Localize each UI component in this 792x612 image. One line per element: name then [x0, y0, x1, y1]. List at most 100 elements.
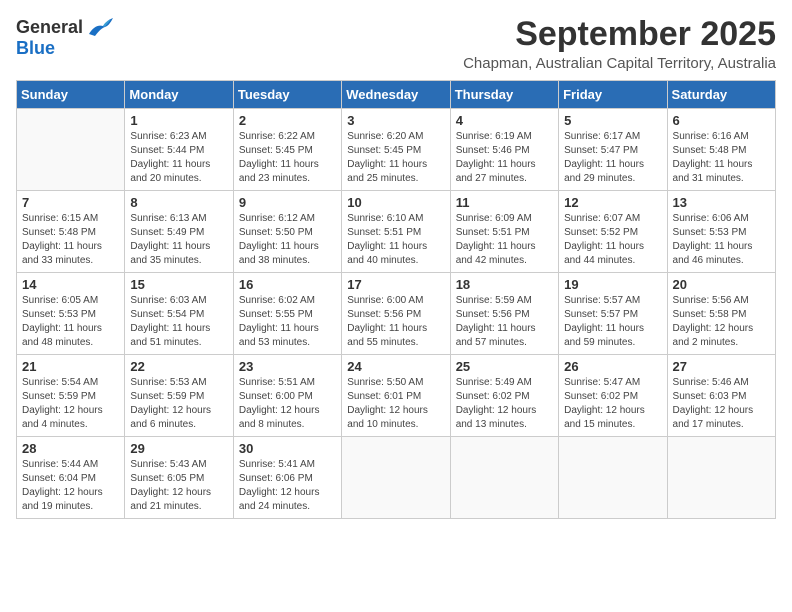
day-info: Sunrise: 6:00 AM Sunset: 5:56 PM Dayligh… [347, 294, 444, 350]
calendar-cell: 28 Sunrise: 5:44 AM Sunset: 6:04 PM Dayli… [17, 437, 125, 519]
col-header-tuesday: Tuesday [233, 81, 341, 109]
day-number: 25 [456, 359, 553, 374]
day-number: 7 [22, 195, 119, 210]
day-number: 19 [564, 277, 661, 292]
day-number: 30 [239, 441, 336, 456]
day-info: Sunrise: 6:02 AM Sunset: 5:55 PM Dayligh… [239, 294, 336, 350]
day-number: 1 [130, 113, 227, 128]
day-number: 6 [673, 113, 770, 128]
day-info: Sunrise: 6:20 AM Sunset: 5:45 PM Dayligh… [347, 130, 444, 186]
day-info: Sunrise: 5:47 AM Sunset: 6:02 PM Dayligh… [564, 376, 661, 432]
title-area: September 2025 Chapman, Australian Capit… [463, 16, 776, 72]
calendar-cell [559, 437, 667, 519]
day-number: 12 [564, 195, 661, 210]
day-info: Sunrise: 5:49 AM Sunset: 6:02 PM Dayligh… [456, 376, 553, 432]
calendar-cell: 29 Sunrise: 5:43 AM Sunset: 6:05 PM Dayli… [125, 437, 233, 519]
day-info: Sunrise: 6:22 AM Sunset: 5:45 PM Dayligh… [239, 130, 336, 186]
calendar-week-row: 7Sunrise: 6:15 AM Sunset: 5:48 PM Daylig… [17, 191, 776, 273]
day-number: 24 [347, 359, 444, 374]
calendar-cell: 4Sunrise: 6:19 AM Sunset: 5:46 PM Daylig… [450, 109, 558, 191]
day-info: Sunrise: 6:05 AM Sunset: 5:53 PM Dayligh… [22, 294, 119, 350]
day-info: Sunrise: 6:12 AM Sunset: 5:50 PM Dayligh… [239, 212, 336, 268]
day-info: Sunrise: 5:44 AM Sunset: 6:04 PM Dayligh… [22, 458, 119, 514]
day-number: 10 [347, 195, 444, 210]
col-header-wednesday: Wednesday [342, 81, 450, 109]
calendar-cell: 1 Sunrise: 6:23 AM Sunset: 5:44 PM Daylig… [125, 109, 233, 191]
calendar-cell: 7Sunrise: 6:15 AM Sunset: 5:48 PM Daylig… [17, 191, 125, 273]
calendar-cell [17, 109, 125, 191]
calendar-table: SundayMondayTuesdayWednesdayThursdayFrid… [16, 80, 776, 519]
logo: General Blue [16, 16, 113, 59]
day-info: Sunrise: 6:23 AM Sunset: 5:44 PM Dayligh… [130, 130, 227, 186]
month-title: September 2025 [463, 16, 776, 53]
day-info: Sunrise: 6:17 AM Sunset: 5:47 PM Dayligh… [564, 130, 661, 186]
calendar-cell: 19 Sunrise: 5:57 AM Sunset: 5:57 PM Dayli… [559, 273, 667, 355]
calendar-week-row: 21 Sunrise: 5:54 AM Sunset: 5:59 PM Dayli… [17, 355, 776, 437]
day-number: 15 [130, 277, 227, 292]
logo-blue-text: Blue [16, 38, 55, 59]
day-info: Sunrise: 6:19 AM Sunset: 5:46 PM Dayligh… [456, 130, 553, 186]
col-header-sunday: Sunday [17, 81, 125, 109]
day-number: 3 [347, 113, 444, 128]
calendar-cell: 23 Sunrise: 5:51 AM Sunset: 6:00 PM Dayli… [233, 355, 341, 437]
calendar-cell: 11 Sunrise: 6:09 AM Sunset: 5:51 PM Dayli… [450, 191, 558, 273]
calendar-cell: 5 Sunrise: 6:17 AM Sunset: 5:47 PM Daylig… [559, 109, 667, 191]
day-info: Sunrise: 6:10 AM Sunset: 5:51 PM Dayligh… [347, 212, 444, 268]
calendar-week-row: 14 Sunrise: 6:05 AM Sunset: 5:53 PM Dayli… [17, 273, 776, 355]
day-number: 17 [347, 277, 444, 292]
day-number: 9 [239, 195, 336, 210]
calendar-cell: 18 Sunrise: 5:59 AM Sunset: 5:56 PM Dayli… [450, 273, 558, 355]
day-number: 29 [130, 441, 227, 456]
day-number: 21 [22, 359, 119, 374]
day-info: Sunrise: 5:53 AM Sunset: 5:59 PM Dayligh… [130, 376, 227, 432]
day-number: 20 [673, 277, 770, 292]
day-number: 26 [564, 359, 661, 374]
logo-bird-icon [85, 16, 113, 38]
logo-general-text: General [16, 17, 83, 38]
calendar-cell: 16 Sunrise: 6:02 AM Sunset: 5:55 PM Dayli… [233, 273, 341, 355]
day-info: Sunrise: 5:46 AM Sunset: 6:03 PM Dayligh… [673, 376, 770, 432]
page-header: General Blue September 2025 Chapman, Aus… [16, 16, 776, 72]
calendar-cell: 6Sunrise: 6:16 AM Sunset: 5:48 PM Daylig… [667, 109, 775, 191]
calendar-cell: 13Sunrise: 6:06 AM Sunset: 5:53 PM Dayli… [667, 191, 775, 273]
col-header-monday: Monday [125, 81, 233, 109]
day-info: Sunrise: 5:51 AM Sunset: 6:00 PM Dayligh… [239, 376, 336, 432]
day-number: 8 [130, 195, 227, 210]
calendar-cell: 12Sunrise: 6:07 AM Sunset: 5:52 PM Dayli… [559, 191, 667, 273]
day-info: Sunrise: 6:09 AM Sunset: 5:51 PM Dayligh… [456, 212, 553, 268]
day-info: Sunrise: 5:56 AM Sunset: 5:58 PM Dayligh… [673, 294, 770, 350]
day-info: Sunrise: 5:54 AM Sunset: 5:59 PM Dayligh… [22, 376, 119, 432]
day-number: 5 [564, 113, 661, 128]
calendar-cell: 30 Sunrise: 5:41 AM Sunset: 6:06 PM Dayli… [233, 437, 341, 519]
col-header-saturday: Saturday [667, 81, 775, 109]
day-info: Sunrise: 5:41 AM Sunset: 6:06 PM Dayligh… [239, 458, 336, 514]
location-title: Chapman, Australian Capital Territory, A… [463, 55, 776, 72]
day-info: Sunrise: 5:43 AM Sunset: 6:05 PM Dayligh… [130, 458, 227, 514]
calendar-cell: 27Sunrise: 5:46 AM Sunset: 6:03 PM Dayli… [667, 355, 775, 437]
col-header-friday: Friday [559, 81, 667, 109]
calendar-cell: 14 Sunrise: 6:05 AM Sunset: 5:53 PM Dayli… [17, 273, 125, 355]
day-number: 23 [239, 359, 336, 374]
day-number: 18 [456, 277, 553, 292]
day-number: 14 [22, 277, 119, 292]
day-number: 28 [22, 441, 119, 456]
day-number: 2 [239, 113, 336, 128]
calendar-cell [342, 437, 450, 519]
calendar-cell: 3 Sunrise: 6:20 AM Sunset: 5:45 PM Daylig… [342, 109, 450, 191]
calendar-cell: 15Sunrise: 6:03 AM Sunset: 5:54 PM Dayli… [125, 273, 233, 355]
calendar-week-row: 28 Sunrise: 5:44 AM Sunset: 6:04 PM Dayli… [17, 437, 776, 519]
day-number: 11 [456, 195, 553, 210]
day-info: Sunrise: 5:57 AM Sunset: 5:57 PM Dayligh… [564, 294, 661, 350]
calendar-cell [667, 437, 775, 519]
calendar-cell: 26 Sunrise: 5:47 AM Sunset: 6:02 PM Dayli… [559, 355, 667, 437]
calendar-cell: 17 Sunrise: 6:00 AM Sunset: 5:56 PM Dayli… [342, 273, 450, 355]
calendar-cell: 21 Sunrise: 5:54 AM Sunset: 5:59 PM Dayli… [17, 355, 125, 437]
calendar-cell: 8 Sunrise: 6:13 AM Sunset: 5:49 PM Daylig… [125, 191, 233, 273]
calendar-cell: 20 Sunrise: 5:56 AM Sunset: 5:58 PM Dayli… [667, 273, 775, 355]
calendar-cell: 10 Sunrise: 6:10 AM Sunset: 5:51 PM Dayli… [342, 191, 450, 273]
calendar-cell [450, 437, 558, 519]
day-number: 16 [239, 277, 336, 292]
day-info: Sunrise: 5:59 AM Sunset: 5:56 PM Dayligh… [456, 294, 553, 350]
day-info: Sunrise: 6:13 AM Sunset: 5:49 PM Dayligh… [130, 212, 227, 268]
calendar-cell: 9 Sunrise: 6:12 AM Sunset: 5:50 PM Daylig… [233, 191, 341, 273]
